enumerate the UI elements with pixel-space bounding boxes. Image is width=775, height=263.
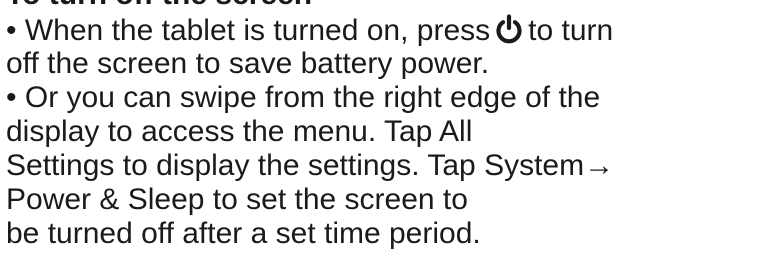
power-icon [494,14,524,51]
paragraph2-line2: display to access the menu. Tap All [6,115,473,148]
paragraph1-line2: off the screen to save battery power. [6,47,490,80]
paragraph2-line1: • Or you can swipe from the right edge o… [6,82,600,114]
paragraph1-text-before-icon: When the tablet is turned on, press [24,14,491,47]
paragraph2-line3: Settings to display the settings. Tap Sy… [6,149,615,182]
paragraph2-line4: Power & Sleep to set the screen to [6,183,468,216]
section-heading: To turn off the screen [6,0,312,11]
paragraph1-text-after-icon: to turn [528,14,614,47]
paragraph2-line5: be turned off after a set time period. [6,217,481,250]
paragraph2-line1-text: Or you can swipe from the right edge of … [24,81,601,114]
bullet: • [6,14,17,47]
bullet: • [6,81,17,114]
paragraph1-line1: • When the tablet is turned on, press to … [6,14,613,51]
document-page: To turn off the screen • When the tablet… [0,0,775,263]
